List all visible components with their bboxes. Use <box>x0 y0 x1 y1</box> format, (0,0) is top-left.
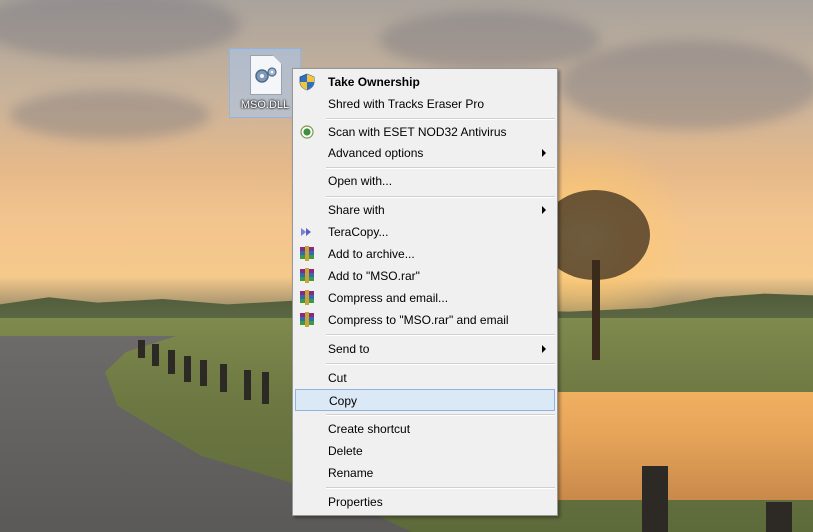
menu-separator <box>326 196 555 198</box>
submenu-arrow-icon <box>542 149 546 157</box>
menu-item-properties[interactable]: Properties <box>295 491 555 513</box>
uac-shield-icon <box>299 73 315 91</box>
menu-item-label: TeraCopy... <box>328 225 389 239</box>
menu-item-label: Scan with ESET NOD32 Antivirus <box>328 125 507 139</box>
menu-item-send-to[interactable]: Send to <box>295 338 555 360</box>
menu-item-label: Rename <box>328 466 374 480</box>
menu-item-label: Add to archive... <box>328 247 415 261</box>
menu-separator <box>326 118 555 120</box>
winrar-icon <box>300 246 314 261</box>
pond <box>555 392 813 500</box>
menu-item-label: Cut <box>328 371 347 385</box>
menu-item-label: Share with <box>328 203 385 217</box>
menu-separator <box>326 363 555 365</box>
submenu-arrow-icon <box>542 345 546 353</box>
cloud <box>560 40 813 130</box>
menu-item-copy[interactable]: Copy <box>295 389 555 411</box>
menu-item-add-to-rar[interactable]: Add to "MSO.rar" <box>295 265 555 287</box>
desktop-file-icon[interactable]: MSO.DLL <box>229 48 301 118</box>
menu-item-advanced-options[interactable]: Advanced options <box>295 142 555 164</box>
menu-item-label: Take Ownership <box>328 75 420 89</box>
menu-item-share-with[interactable]: Share with <box>295 199 555 221</box>
menu-item-compress-to-rar-and-email[interactable]: Compress to "MSO.rar" and email <box>295 309 555 331</box>
cloud <box>0 0 240 60</box>
menu-item-label: Create shortcut <box>328 422 411 436</box>
context-menu: Take Ownership Shred with Tracks Eraser … <box>292 68 558 516</box>
desktop-file-label: MSO.DLL <box>240 99 290 111</box>
menu-item-label: Advanced options <box>328 146 424 160</box>
menu-item-compress-and-email[interactable]: Compress and email... <box>295 287 555 309</box>
menu-item-open-with[interactable]: Open with... <box>295 170 555 192</box>
teracopy-icon <box>301 228 311 236</box>
menu-separator <box>326 167 555 169</box>
menu-item-label: Properties <box>328 495 383 509</box>
winrar-icon <box>300 312 314 327</box>
gear-icon <box>255 67 277 83</box>
cloud <box>380 10 600 70</box>
menu-item-add-to-archive[interactable]: Add to archive... <box>295 243 555 265</box>
menu-item-label: Compress and email... <box>328 291 449 305</box>
menu-item-shred-tracks-eraser[interactable]: Shred with Tracks Eraser Pro <box>295 93 555 115</box>
menu-item-create-shortcut[interactable]: Create shortcut <box>295 418 555 440</box>
menu-separator <box>326 414 555 416</box>
menu-item-teracopy[interactable]: TeraCopy... <box>295 221 555 243</box>
menu-separator <box>326 487 555 489</box>
menu-item-label: Delete <box>328 444 363 458</box>
menu-item-label: Copy <box>329 394 358 408</box>
eset-icon <box>300 125 314 139</box>
menu-item-cut[interactable]: Cut <box>295 367 555 389</box>
menu-item-rename[interactable]: Rename <box>295 462 555 484</box>
winrar-icon <box>300 290 314 305</box>
winrar-icon <box>300 268 314 283</box>
menu-item-label: Compress to "MSO.rar" and email <box>328 313 509 327</box>
menu-item-delete[interactable]: Delete <box>295 440 555 462</box>
menu-item-take-ownership[interactable]: Take Ownership <box>295 71 555 93</box>
cloud <box>10 90 210 140</box>
menu-item-label: Send to <box>328 342 370 356</box>
menu-item-label: Shred with Tracks Eraser Pro <box>328 97 485 111</box>
menu-separator <box>326 334 555 336</box>
menu-item-eset-scan[interactable]: Scan with ESET NOD32 Antivirus <box>295 121 555 143</box>
menu-item-label: Add to "MSO.rar" <box>328 269 420 283</box>
menu-item-label: Open with... <box>328 174 393 188</box>
submenu-arrow-icon <box>542 206 546 214</box>
